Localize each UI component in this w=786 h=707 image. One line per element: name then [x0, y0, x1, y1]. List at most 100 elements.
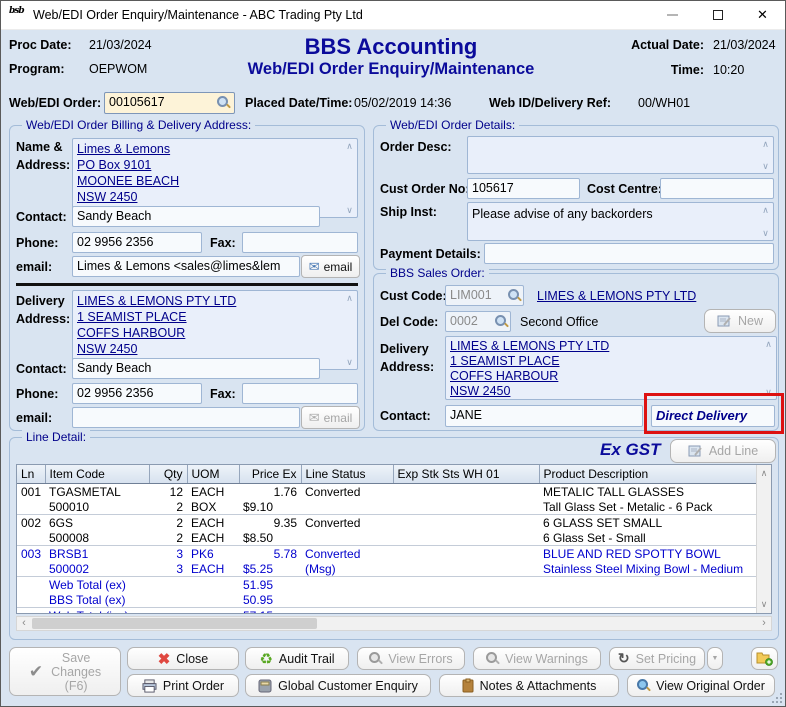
ship-inst-box[interactable]: Please advise of any backorders ∧ ∨ — [467, 202, 774, 241]
table-row[interactable]: 001 TGASMETAL 12 EACH 1.76 Converted MET… — [17, 484, 757, 500]
minimize-button[interactable] — [650, 1, 695, 30]
delivery-address-line[interactable]: 1 SEAMIST PLACE — [77, 309, 353, 325]
close-button[interactable]: ✖ Close — [127, 647, 239, 670]
horizontal-scrollbar[interactable]: ‹ › — [16, 616, 772, 631]
print-order-button[interactable]: Print Order — [127, 674, 239, 697]
cell-exp — [393, 577, 539, 593]
cost-centre-label: Cost Centre: — [587, 182, 662, 196]
so-delivery-address-box[interactable]: LIMES & LEMONS PTY LTD 1 SEAMIST PLACE C… — [445, 336, 777, 400]
col-line-status[interactable]: Line Status — [301, 465, 393, 484]
vertical-scrollbar[interactable]: ∧ ∨ — [756, 465, 771, 613]
col-price-ex[interactable]: Price Ex — [239, 465, 301, 484]
view-original-order-label: View Original Order — [656, 679, 765, 693]
scroll-up-icon[interactable]: ∧ — [759, 205, 772, 215]
table-row[interactable]: 500002 3 EACH $5.25 (Msg) Stainless Stee… — [17, 561, 757, 577]
delivery-phone-input[interactable]: 02 9956 2356 — [72, 383, 202, 404]
scroll-right-icon[interactable]: › — [757, 617, 771, 630]
delivery-address-line[interactable]: NSW 2450 — [77, 341, 353, 357]
view-warnings-magnifier-icon — [486, 652, 499, 665]
billing-contact-input[interactable]: Sandy Beach — [72, 206, 320, 227]
notes-attachments-button[interactable]: Notes & Attachments — [439, 674, 619, 697]
so-contact-input[interactable]: JANE — [445, 405, 643, 427]
col-ln[interactable]: Ln — [17, 465, 45, 484]
open-folder-button[interactable] — [751, 647, 778, 670]
cust-order-no-input[interactable]: 105617 — [467, 178, 580, 199]
webedi-order-input[interactable]: 00105617 — [104, 92, 235, 114]
scroll-up-icon[interactable]: ∧ — [759, 139, 772, 149]
scroll-down-icon[interactable]: ∨ — [759, 228, 772, 238]
new-button-label: New — [738, 314, 763, 328]
so-delivery-line[interactable]: COFFS HARBOUR — [450, 369, 772, 384]
totals-row: Web Total (ex) 51.95 — [17, 577, 757, 593]
cost-centre-input[interactable] — [660, 178, 774, 199]
scroll-down-icon[interactable]: ∨ — [343, 357, 356, 367]
totals-row: Web Total (inc) 57.15 — [17, 608, 757, 615]
so-delivery-line[interactable]: 1 SEAMIST PLACE — [450, 354, 772, 369]
scroll-down-icon[interactable]: ∨ — [343, 205, 356, 215]
close-window-button[interactable]: ✕ — [740, 1, 785, 30]
scroll-down-icon[interactable]: ∨ — [759, 161, 772, 171]
billing-fax-input[interactable] — [242, 232, 358, 253]
cust-code-link[interactable]: LIMES & LEMONS PTY LTD — [537, 288, 696, 304]
cell-exp — [393, 530, 539, 546]
set-pricing-dropdown-button[interactable]: ▼ — [707, 647, 723, 670]
table-row[interactable]: 500010 2 BOX $9.10 Tall Glass Set - Meta… — [17, 499, 757, 515]
cell-desc — [539, 577, 757, 593]
table-row[interactable]: 003 BRSB1 3 PK6 5.78 Converted BLUE AND … — [17, 546, 757, 562]
minimize-icon — [667, 14, 678, 16]
global-customer-enquiry-button[interactable]: Global Customer Enquiry — [245, 674, 431, 697]
cell-exp — [393, 546, 539, 562]
maximize-button[interactable] — [695, 1, 740, 30]
scroll-left-icon[interactable]: ‹ — [17, 617, 31, 630]
view-errors-label: View Errors — [388, 652, 452, 666]
billing-address-line[interactable]: MOONEE BEACH — [77, 173, 353, 189]
table-row[interactable]: 500008 2 EACH $8.50 6 Glass Set - Small — [17, 530, 757, 546]
billing-address-line[interactable]: NSW 2450 — [77, 189, 353, 205]
maximize-icon — [713, 10, 723, 20]
delivery-email-input[interactable] — [72, 407, 300, 428]
set-pricing-button[interactable]: ↻ Set Pricing — [609, 647, 705, 670]
order-desc-box[interactable]: ∧ ∨ — [467, 136, 774, 174]
delivery-email-button[interactable]: ✉ email — [301, 406, 360, 429]
billing-phone-input[interactable]: 02 9956 2356 — [72, 232, 202, 253]
scroll-down-icon[interactable]: ∨ — [757, 599, 771, 610]
cell-desc: Stainless Steel Mixing Bowl - Medium — [539, 561, 757, 577]
col-uom[interactable]: UOM — [187, 465, 239, 484]
billing-email-button[interactable]: ✉ email — [301, 255, 360, 278]
scrollbar-thumb[interactable] — [32, 618, 317, 629]
delivery-address-line[interactable]: COFFS HARBOUR — [77, 325, 353, 341]
col-product-desc[interactable]: Product Description — [539, 465, 757, 484]
add-line-button[interactable]: Add Line — [670, 439, 776, 463]
order-search-icon[interactable] — [217, 96, 230, 109]
so-delivery-line[interactable]: LIMES & LEMONS PTY LTD — [450, 339, 772, 354]
audit-trail-button[interactable]: ♻ Audit Trail — [245, 647, 349, 670]
delivery-address-line[interactable]: LIMES & LEMONS PTY LTD — [77, 293, 353, 309]
col-qty[interactable]: Qty — [149, 465, 187, 484]
cust-code-search-icon[interactable] — [508, 289, 521, 302]
billing-address-line[interactable]: PO Box 9101 — [77, 157, 353, 173]
col-item-code[interactable]: Item Code — [45, 465, 149, 484]
billing-address-line[interactable]: Limes & Lemons — [77, 141, 353, 157]
view-errors-button[interactable]: View Errors — [357, 647, 465, 670]
delivery-fax-input[interactable] — [242, 383, 358, 404]
billing-email-input[interactable]: Limes & Lemons <sales@limes&lem — [72, 256, 300, 277]
scroll-up-icon[interactable]: ∧ — [343, 141, 356, 151]
new-button[interactable]: New — [704, 309, 776, 333]
view-original-order-button[interactable]: View Original Order — [627, 674, 775, 697]
placed-datetime-value: 05/02/2019 14:36 — [354, 96, 451, 110]
scroll-up-icon[interactable]: ∧ — [762, 339, 775, 349]
save-changes-button[interactable]: ✔ Save Changes (F6) — [9, 647, 121, 696]
delivery-contact-input[interactable]: Sandy Beach — [72, 358, 320, 379]
so-delivery-label: Delivery — [380, 342, 429, 356]
del-code-search-icon[interactable] — [495, 315, 508, 328]
col-exp-stk[interactable]: Exp Stk Sts WH 01 — [393, 465, 539, 484]
table-row[interactable]: 002 6GS 2 EACH 9.35 Converted 6 GLASS SE… — [17, 515, 757, 531]
order-desc-label: Order Desc: — [380, 140, 452, 154]
resize-grip[interactable] — [772, 693, 782, 703]
scroll-up-icon[interactable]: ∧ — [757, 468, 771, 479]
scroll-up-icon[interactable]: ∧ — [343, 293, 356, 303]
payment-details-input[interactable] — [484, 243, 774, 264]
billing-email-label: email: — [16, 260, 52, 274]
view-warnings-button[interactable]: View Warnings — [473, 647, 601, 670]
name-address-label2: Address: — [16, 158, 70, 172]
